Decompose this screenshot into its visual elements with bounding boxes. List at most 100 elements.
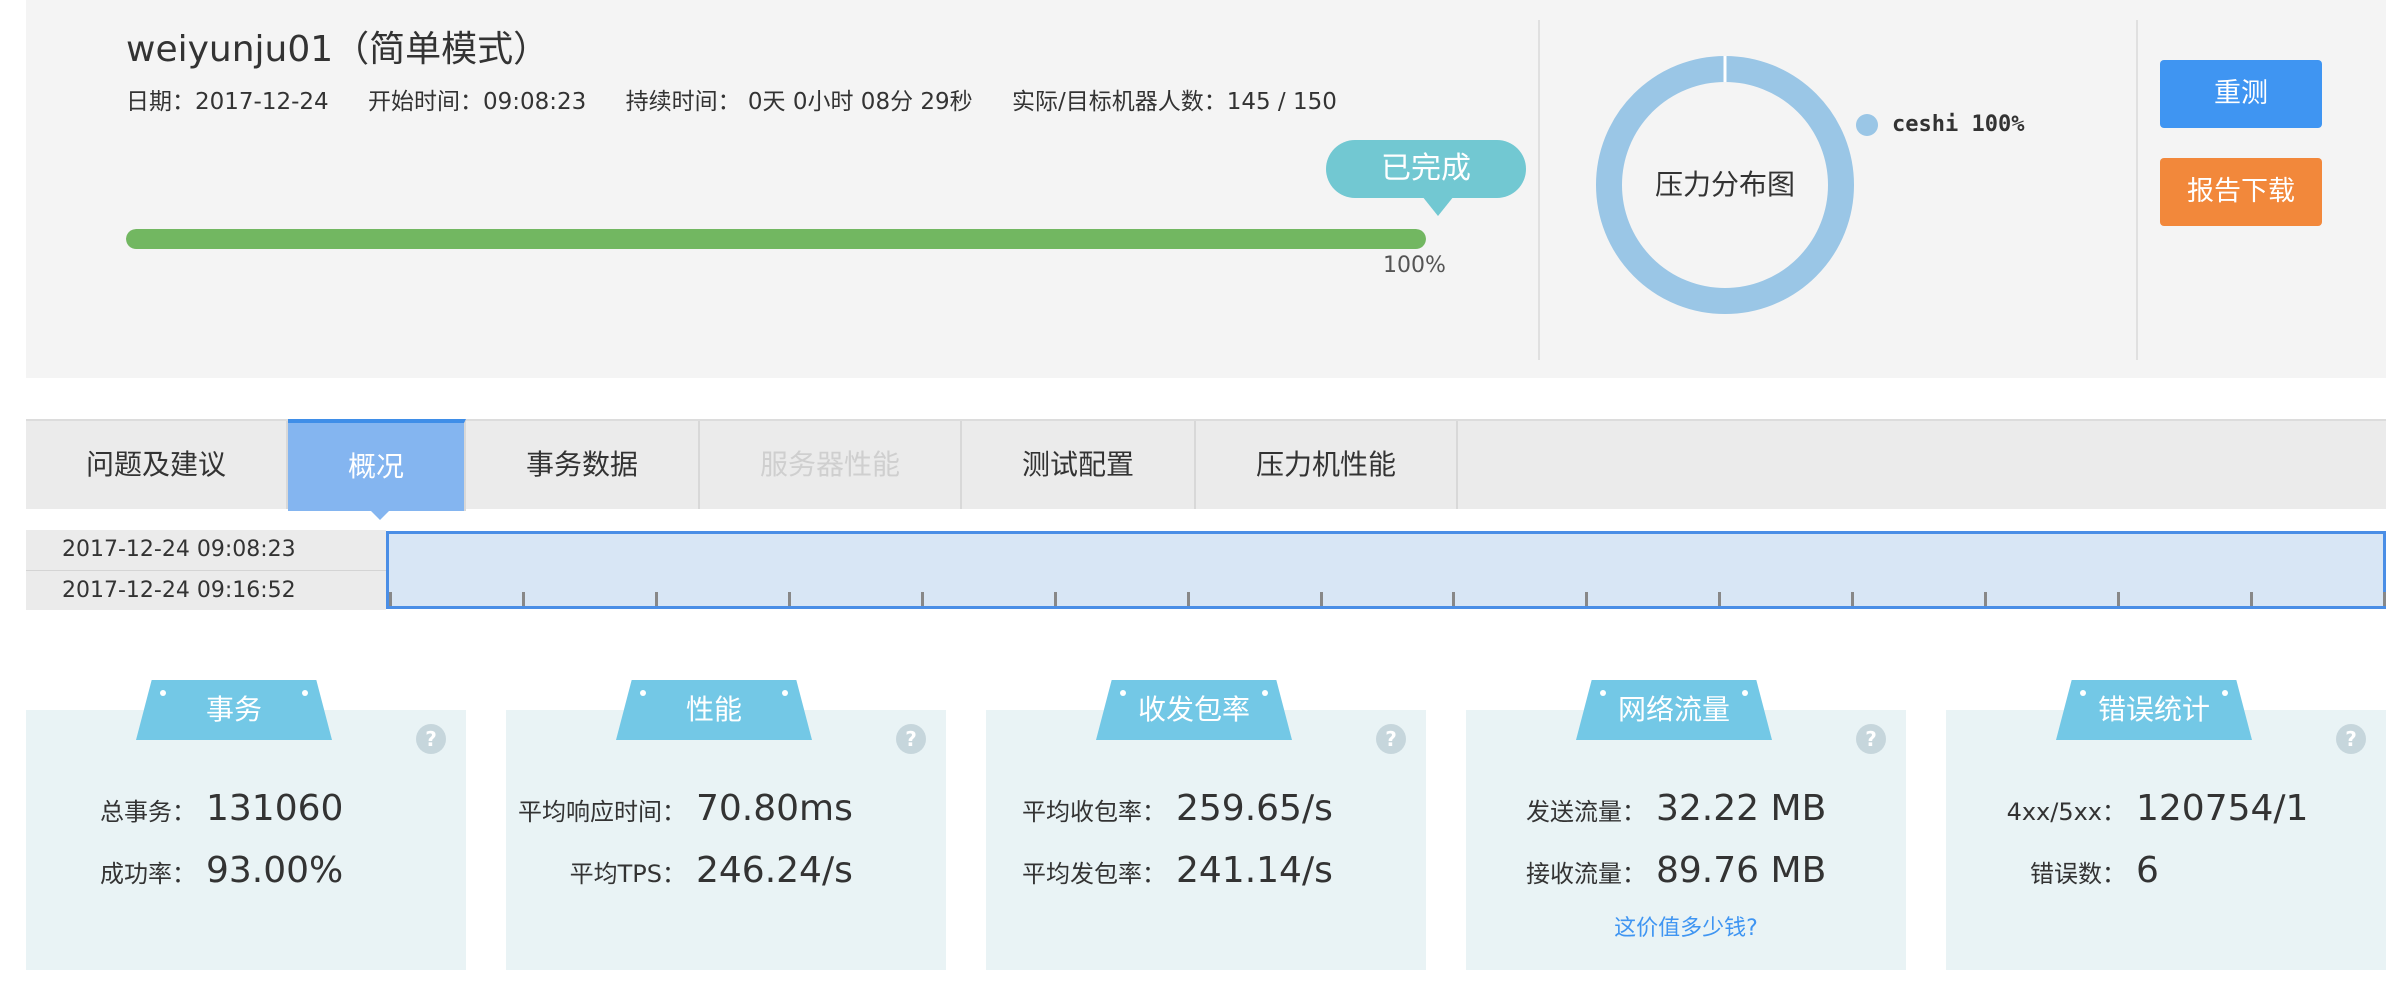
stat-sent-traffic: 发送流量： 32.22 MB bbox=[1466, 788, 1826, 829]
timeline-tick bbox=[2250, 592, 2254, 606]
tab-server-performance[interactable]: 服务器性能 bbox=[700, 421, 962, 509]
stat-label: 接收流量： bbox=[1526, 860, 1646, 888]
retest-button[interactable]: 重测 bbox=[2160, 60, 2322, 128]
stat-avg-response-time: 平均响应时间： 70.80ms bbox=[506, 788, 853, 829]
stat-label: 平均收包率： bbox=[1022, 798, 1166, 826]
card-title: 网络流量 bbox=[1617, 693, 1730, 726]
timeline-tick bbox=[2117, 592, 2121, 606]
card-header: 收发包率 bbox=[1096, 680, 1292, 740]
help-icon[interactable]: ? bbox=[416, 724, 446, 754]
tab-issues[interactable]: 问题及建议 bbox=[26, 421, 288, 509]
card-packet-rate: 收发包率 ? 平均收包率： 259.65/s 平均发包率： 241.14/s bbox=[986, 680, 1426, 970]
stat-value: 259.65/s bbox=[1176, 788, 1333, 829]
test-date: 日期：2017-12-24 bbox=[126, 89, 329, 115]
tab-test-config[interactable]: 测试配置 bbox=[962, 421, 1196, 509]
stat-value: 6 bbox=[2136, 850, 2159, 891]
time-range-start: 2017-12-24 09:08:23 bbox=[62, 537, 296, 562]
test-summary-panel: weiyunju01（简单模式） 日期：2017-12-24 开始时间：09:0… bbox=[26, 0, 2386, 378]
time-range-labels: 2017-12-24 09:08:23 2017-12-24 09:16:52 bbox=[26, 530, 386, 610]
test-duration: 持续时间： 0天 0小时 08分 29秒 bbox=[625, 89, 973, 115]
progress-fill bbox=[126, 229, 1426, 249]
stat-total-transactions: 总事务： 131060 bbox=[26, 788, 343, 829]
report-page: weiyunju01（简单模式） 日期：2017-12-24 开始时间：09:0… bbox=[0, 0, 2406, 990]
stat-avg-send-rate: 平均发包率： 241.14/s bbox=[986, 850, 1333, 891]
timeline-tick bbox=[1452, 592, 1456, 606]
card-header: 性能 bbox=[616, 680, 812, 740]
stat-4xx-5xx: 4xx/5xx： 120754/1 bbox=[1946, 788, 2309, 829]
legend-dot bbox=[1856, 113, 1878, 136]
stat-error-count: 错误数： 6 bbox=[1946, 850, 2159, 891]
test-title: weiyunju01（简单模式） bbox=[126, 29, 550, 70]
card-network-traffic: 网络流量 ? 发送流量： 32.22 MB 接收流量： 89.76 MB 这价值… bbox=[1466, 680, 1906, 970]
stat-value: 120754/1 bbox=[2136, 788, 2309, 829]
traffic-value-link[interactable]: 这价值多少钱? bbox=[1466, 910, 1906, 942]
stat-label: 总事务： bbox=[100, 798, 196, 826]
legend-label: ceshi 100% bbox=[1892, 112, 2025, 137]
timeline-tick bbox=[1585, 592, 1589, 606]
donut-center-label: 压力分布图 bbox=[1654, 168, 1795, 201]
timeline-range-selector[interactable] bbox=[386, 531, 2386, 609]
stat-label: 平均发包率： bbox=[1022, 860, 1166, 888]
divider bbox=[2136, 20, 2138, 360]
timeline-tick bbox=[1718, 592, 1722, 606]
stat-value: 89.76 MB bbox=[1656, 850, 1827, 891]
stat-avg-tps: 平均TPS： 246.24/s bbox=[506, 850, 853, 891]
stat-value: 246.24/s bbox=[696, 850, 853, 891]
help-icon[interactable]: ? bbox=[2336, 724, 2366, 754]
card-header: 错误统计 bbox=[2056, 680, 2252, 740]
tab-transactions[interactable]: 事务数据 bbox=[466, 421, 700, 509]
card-header: 网络流量 bbox=[1576, 680, 1772, 740]
progress-percent: 100% bbox=[1383, 253, 1446, 278]
timeline-tick bbox=[1319, 592, 1323, 606]
stat-avg-receive-rate: 平均收包率： 259.65/s bbox=[986, 788, 1333, 829]
help-icon[interactable]: ? bbox=[1376, 724, 1406, 754]
test-start-time: 开始时间：09:08:23 bbox=[367, 89, 587, 115]
stat-label: 4xx/5xx： bbox=[2006, 798, 2126, 826]
chart-legend: ceshi 100% bbox=[1856, 112, 2024, 137]
active-tab-pointer bbox=[368, 508, 392, 520]
timeline-tick bbox=[1186, 592, 1190, 606]
download-report-button[interactable]: 报告下载 bbox=[2160, 158, 2322, 226]
card-title: 性能 bbox=[685, 693, 742, 726]
timeline-tick bbox=[521, 592, 525, 606]
pressure-distribution-chart: 压力分布图 bbox=[1590, 50, 1860, 320]
card-transactions: 事务 ? 总事务： 131060 成功率： 93.00% bbox=[26, 680, 466, 970]
timeline-tick bbox=[389, 592, 392, 606]
test-machines: 实际/目标机器人数：145 / 150 bbox=[1011, 89, 1337, 115]
stat-label: 错误数： bbox=[2030, 860, 2126, 888]
time-range-end: 2017-12-24 09:16:52 bbox=[26, 570, 386, 610]
timeline-tick bbox=[1851, 592, 1855, 606]
stat-value: 93.00% bbox=[206, 850, 344, 891]
card-title: 收发包率 bbox=[1137, 693, 1250, 726]
help-icon[interactable]: ? bbox=[1856, 724, 1886, 754]
card-performance: 性能 ? 平均响应时间： 70.80ms 平均TPS： 246.24/s bbox=[506, 680, 946, 970]
timeline-tick bbox=[1984, 592, 1988, 606]
stat-label: 成功率： bbox=[100, 860, 196, 888]
timeline-tick bbox=[2383, 592, 2386, 606]
stat-value: 241.14/s bbox=[1176, 850, 1333, 891]
timeline-tick bbox=[654, 592, 658, 606]
stat-value: 131060 bbox=[206, 788, 344, 829]
timeline-tick bbox=[787, 592, 791, 606]
help-icon[interactable]: ? bbox=[896, 724, 926, 754]
timeline-tick bbox=[1053, 592, 1057, 606]
stat-received-traffic: 接收流量： 89.76 MB bbox=[1466, 850, 1826, 891]
card-error-stats: 错误统计 ? 4xx/5xx： 120754/1 错误数： 6 bbox=[1946, 680, 2386, 970]
tab-load-machine[interactable]: 压力机性能 bbox=[1196, 421, 1458, 509]
tab-overview[interactable]: 概况 bbox=[288, 419, 466, 511]
timeline-tick bbox=[920, 592, 924, 606]
test-meta: 日期：2017-12-24 开始时间：09:08:23 持续时间： 0天 0小时… bbox=[126, 82, 1369, 116]
stat-label: 平均响应时间： bbox=[518, 798, 686, 826]
card-title: 错误统计 bbox=[2097, 693, 2210, 726]
stat-value: 70.80ms bbox=[696, 788, 853, 829]
status-badge: 已完成 bbox=[1326, 140, 1526, 216]
divider bbox=[1538, 20, 1540, 360]
stat-value: 32.22 MB bbox=[1656, 788, 1827, 829]
card-title: 事务 bbox=[205, 693, 262, 726]
stat-label: 发送流量： bbox=[1526, 798, 1646, 826]
card-header: 事务 bbox=[136, 680, 332, 740]
stat-success-rate: 成功率： 93.00% bbox=[26, 850, 343, 891]
stat-label: 平均TPS： bbox=[569, 860, 686, 888]
tab-bar: 问题及建议 概况 事务数据 服务器性能 测试配置 压力机性能 bbox=[26, 419, 2386, 511]
progress-bar bbox=[126, 229, 1426, 249]
